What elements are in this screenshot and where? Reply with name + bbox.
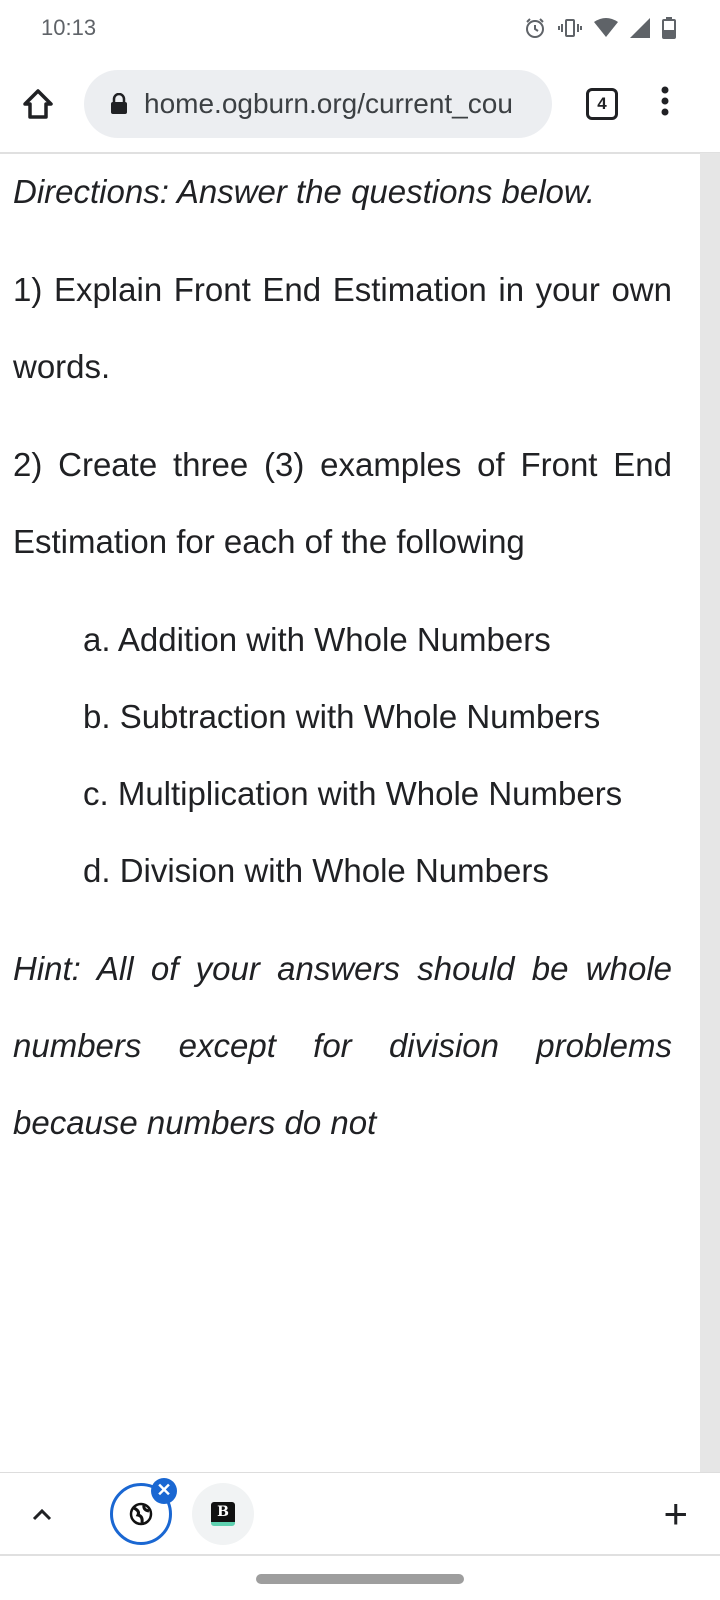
chevron-up-icon[interactable]	[30, 1506, 54, 1522]
globe-icon	[129, 1502, 153, 1525]
status-bar: 10:13	[0, 0, 720, 56]
url-text: home.ogburn.org/current_cou	[144, 88, 513, 119]
close-tab-icon[interactable]: ✕	[151, 1477, 177, 1504]
b-favicon: B	[211, 1501, 235, 1526]
wifi-icon	[594, 18, 618, 37]
alarm-icon	[526, 18, 544, 38]
more-menu-button[interactable]	[660, 86, 670, 122]
page-content: Directions: Answer the questions below. …	[0, 153, 700, 1472]
clock: 10:13	[41, 15, 97, 40]
tab-switcher-button[interactable]: 4	[586, 88, 618, 120]
hint-text: Hint: All of your answers should be whol…	[13, 950, 672, 1141]
home-gesture-handle[interactable]	[256, 1574, 464, 1584]
question-1: 1) Explain Front End Estimation in your …	[13, 271, 672, 385]
home-icon	[23, 89, 53, 119]
tab-group-item-active[interactable]: ✕	[110, 1477, 177, 1545]
lock-icon	[111, 93, 127, 114]
address-bar[interactable]: home.ogburn.org/current_cou	[84, 70, 552, 138]
browser-toolbar: home.ogburn.org/current_cou 4	[0, 56, 720, 154]
new-tab-button[interactable]: +	[663, 1492, 688, 1535]
tab-group-item[interactable]: B	[192, 1482, 254, 1545]
tab-group-bar: ✕ B +	[0, 1472, 720, 1556]
question-2: 2) Create three (3) examples of Front En…	[13, 446, 672, 560]
vibrate-icon	[558, 19, 582, 37]
directions-text: Directions: Answer the questions below.	[13, 173, 596, 210]
scrollbar[interactable]	[700, 153, 720, 1472]
battery-icon	[662, 17, 676, 39]
list-item: d. Division with Whole Numbers	[83, 852, 549, 889]
more-vert-icon	[661, 86, 669, 116]
list-item: b. Subtraction with Whole Numbers	[83, 698, 601, 735]
signal-icon	[630, 18, 650, 38]
list-item: c. Multiplication with Whole Numbers	[83, 775, 623, 812]
sub-list: a. Addition with Whole Numbers b. Subtra…	[13, 601, 672, 909]
home-button[interactable]	[16, 82, 60, 126]
list-item: a. Addition with Whole Numbers	[83, 621, 551, 658]
